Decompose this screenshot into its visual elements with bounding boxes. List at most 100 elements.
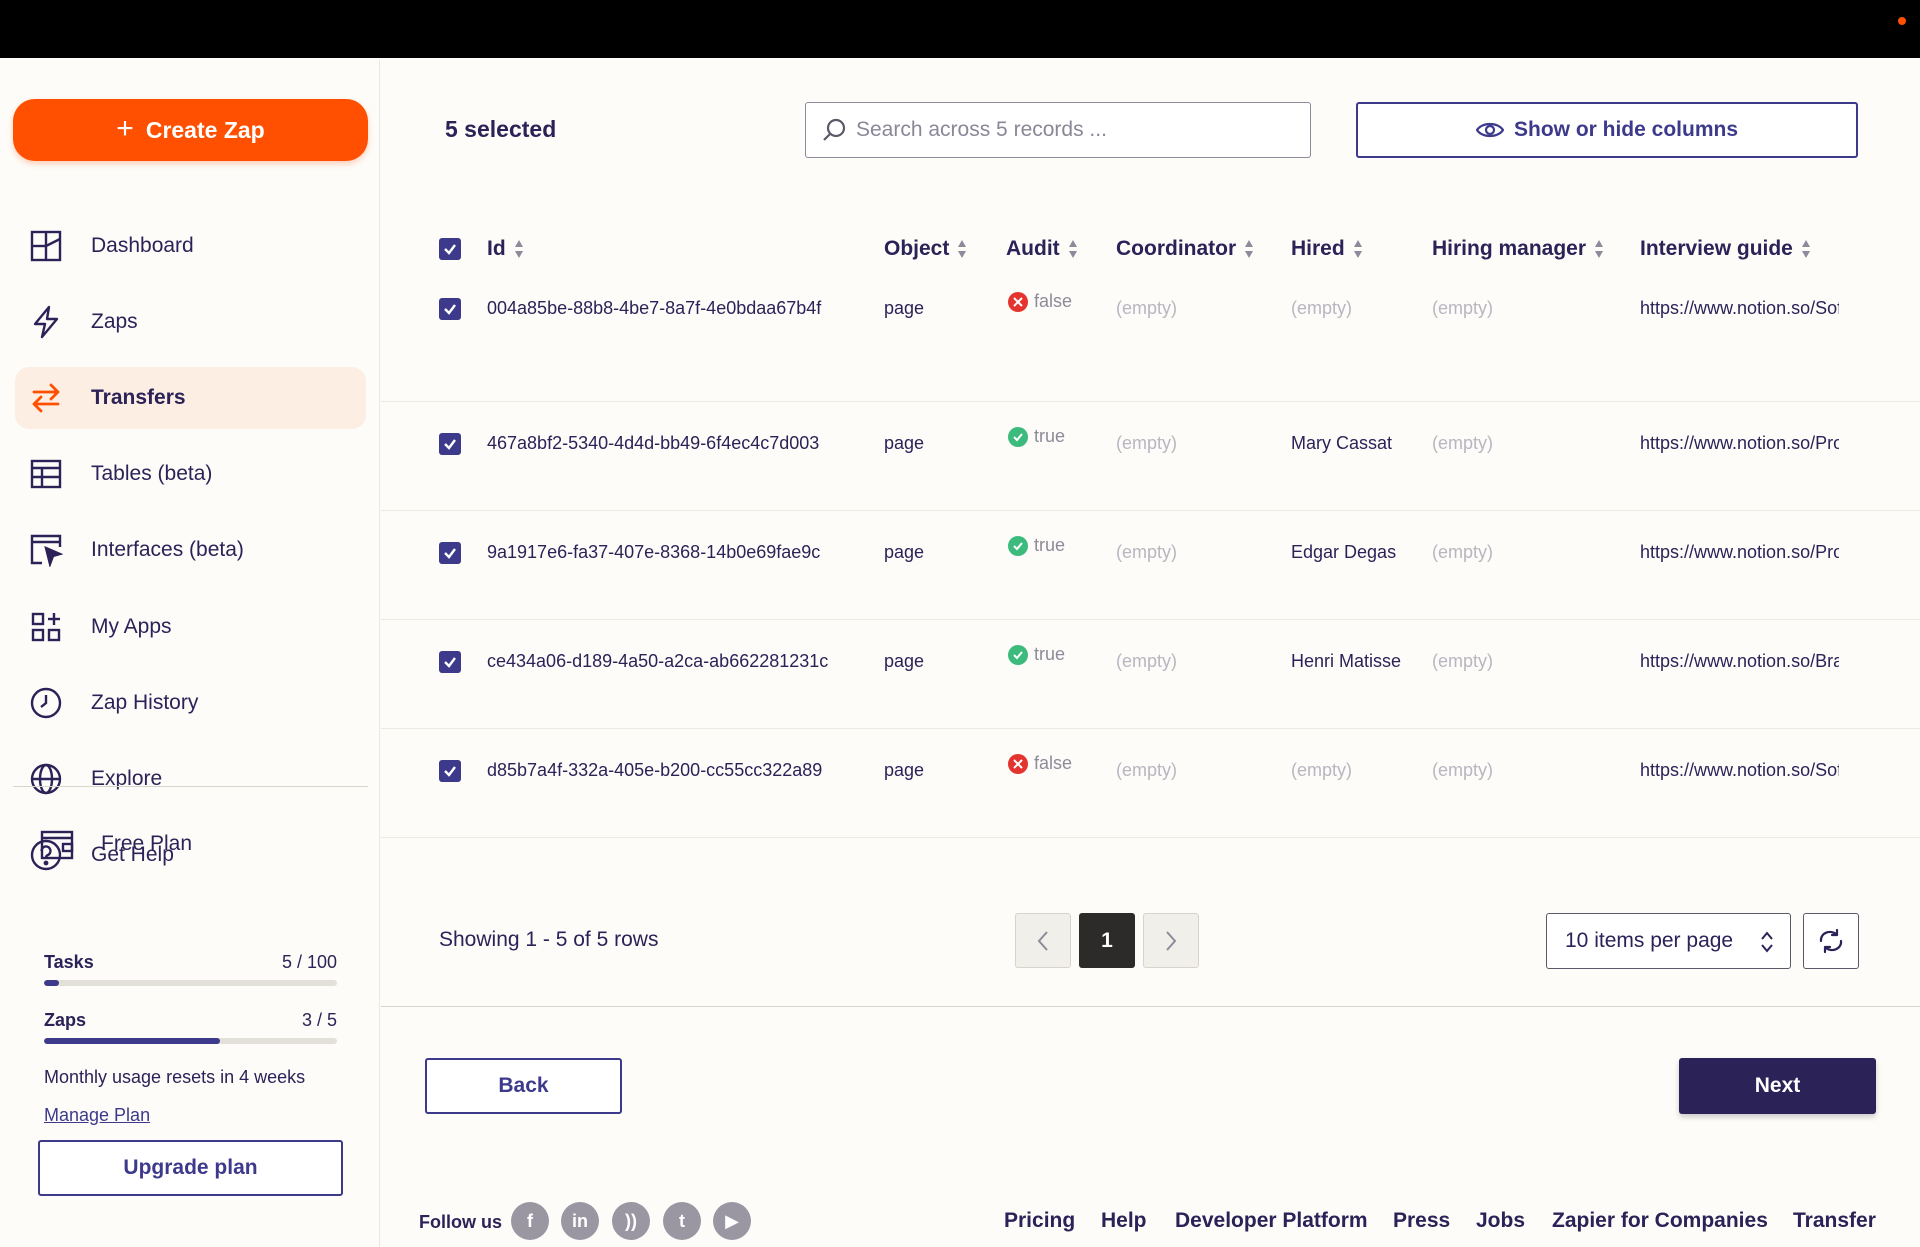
- plan-wallet-icon: [40, 830, 74, 860]
- row-checkbox[interactable]: [439, 433, 461, 455]
- selected-count: 5 selected: [445, 116, 557, 142]
- cell-coordinator: (empty): [1116, 298, 1178, 318]
- cell-id: d85b7a4f-332a-405e-b200-cc55cc322a89: [487, 760, 823, 780]
- audit-value: false: [1034, 753, 1073, 773]
- column-header-coordinator[interactable]: Coordinator: [1116, 237, 1254, 261]
- sidebar-item-interfaces[interactable]: Interfaces (beta): [15, 519, 366, 581]
- cell-audit: true: [1008, 535, 1065, 556]
- items-per-page-select[interactable]: 10 items per page: [1546, 913, 1791, 969]
- cell-coordinator: (empty): [1116, 651, 1178, 671]
- sort-icon: [1353, 240, 1362, 258]
- select-all-checkbox[interactable]: [439, 238, 461, 260]
- sidebar-item-zap-history[interactable]: Zap History: [15, 672, 366, 734]
- cell-interview-guide[interactable]: https://www.notion.so/Product-D: [1640, 542, 1839, 563]
- twitter-icon[interactable]: t: [663, 1202, 701, 1240]
- cell-interview-guide[interactable]: https://www.notion.so/Software-E: [1640, 298, 1839, 319]
- footer-link-zapier-for-companies[interactable]: Zapier for Companies: [1552, 1209, 1768, 1233]
- cell-interview-guide[interactable]: https://www.notion.so/Brand-Des: [1640, 651, 1839, 672]
- sidebar-item-label: Dashboard: [91, 234, 194, 257]
- tasks-label: Tasks: [44, 952, 94, 972]
- column-header-hiring-manager[interactable]: Hiring manager: [1432, 237, 1604, 261]
- column-header-label: Hired: [1291, 237, 1345, 260]
- globe-icon: [30, 763, 62, 795]
- show-hide-columns-button[interactable]: Show or hide columns: [1356, 102, 1858, 158]
- audit-value: true: [1034, 644, 1066, 664]
- next-button[interactable]: Next: [1679, 1058, 1876, 1114]
- success-check-icon: [1008, 535, 1028, 556]
- sort-icon: [514, 240, 523, 258]
- footer-link-jobs[interactable]: Jobs: [1476, 1209, 1525, 1233]
- cell-audit: false: [1008, 753, 1072, 774]
- row-checkbox[interactable]: [439, 542, 461, 564]
- prev-page-button[interactable]: [1015, 913, 1071, 968]
- sidebar-item-transfers[interactable]: Transfers: [15, 367, 366, 429]
- cell-interview-guide[interactable]: https://www.notion.so/Software-E: [1640, 760, 1839, 781]
- current-page-button[interactable]: 1: [1079, 913, 1135, 968]
- cell-hiring-manager: (empty): [1432, 433, 1494, 453]
- sidebar-item-label: My Apps: [91, 615, 172, 638]
- sort-icon: [1068, 240, 1077, 258]
- create-zap-button[interactable]: + Create Zap: [13, 99, 368, 161]
- sort-icon: [1801, 240, 1810, 258]
- search-input[interactable]: [856, 103, 1296, 156]
- back-button[interactable]: Back: [425, 1058, 622, 1114]
- sidebar-item-label: Tables (beta): [91, 462, 213, 485]
- main-content: 5 selected Show or hide columns Id Objec…: [381, 60, 1920, 1247]
- sort-icon: [1245, 240, 1254, 258]
- upgrade-plan-button[interactable]: Upgrade plan: [38, 1140, 343, 1196]
- sidebar-item-tables[interactable]: Tables (beta): [15, 443, 366, 505]
- rss-icon[interactable]: )): [612, 1202, 650, 1240]
- search-icon: [823, 118, 846, 141]
- show-hide-columns-label: Show or hide columns: [1513, 118, 1739, 141]
- plan-title: Free Plan: [101, 832, 193, 855]
- cell-hired: (empty): [1291, 298, 1353, 318]
- row-checkbox[interactable]: [439, 298, 461, 320]
- column-header-interview-guide[interactable]: Interview guide: [1640, 237, 1811, 261]
- footer-link-developer-platform[interactable]: Developer Platform: [1175, 1209, 1368, 1233]
- column-header-audit[interactable]: Audit: [1006, 237, 1078, 261]
- manage-plan-link[interactable]: Manage Plan: [44, 1105, 150, 1126]
- column-header-label: Id: [487, 237, 506, 260]
- follow-us-label: Follow us: [419, 1212, 502, 1232]
- footer-link-pricing[interactable]: Pricing: [1004, 1209, 1075, 1233]
- youtube-icon[interactable]: ▶: [713, 1202, 751, 1240]
- sidebar-item-zaps[interactable]: Zaps: [15, 291, 366, 353]
- column-header-hired[interactable]: Hired: [1291, 237, 1363, 261]
- cell-id: 004a85be-88b8-4be7-8a7f-4e0bdaa67b4f: [487, 298, 822, 318]
- cell-hiring-manager: (empty): [1432, 542, 1494, 562]
- sidebar-item-my-apps[interactable]: My Apps: [15, 596, 366, 658]
- linkedin-icon[interactable]: in: [561, 1202, 599, 1240]
- items-per-page-value: 10 items per page: [1565, 929, 1734, 952]
- sidebar-item-dashboard[interactable]: Dashboard: [15, 215, 366, 277]
- chevron-left-icon: [1037, 930, 1048, 951]
- interface-cursor-icon: [30, 534, 63, 567]
- top-bar: [0, 0, 1920, 58]
- sort-icon: [1595, 240, 1604, 258]
- cell-object: page: [884, 760, 925, 780]
- row-checkbox[interactable]: [439, 760, 461, 782]
- zaps-label: Zaps: [44, 1010, 87, 1030]
- footer-link-press[interactable]: Press: [1393, 1209, 1450, 1233]
- cell-hired: Henri Matisse: [1291, 651, 1402, 671]
- footer-link-transfer[interactable]: Transfer: [1793, 1209, 1876, 1233]
- error-x-icon: [1008, 753, 1028, 774]
- column-header-id[interactable]: Id: [487, 237, 524, 261]
- success-check-icon: [1008, 426, 1028, 447]
- cell-hiring-manager: (empty): [1432, 760, 1494, 780]
- sidebar-item-label: Zap History: [91, 691, 199, 714]
- refresh-button[interactable]: [1803, 913, 1859, 969]
- row-checkbox[interactable]: [439, 651, 461, 673]
- cell-interview-guide[interactable]: https://www.notion.so/Product-M: [1640, 433, 1839, 454]
- sidebar-item-explore[interactable]: Explore: [15, 748, 366, 810]
- column-header-label: Object: [884, 237, 950, 260]
- column-header-object[interactable]: Object: [884, 237, 967, 261]
- footer-link-help[interactable]: Help: [1101, 1209, 1147, 1233]
- cell-hiring-manager: (empty): [1432, 651, 1494, 671]
- plus-icon: +: [116, 111, 134, 145]
- facebook-icon[interactable]: f: [511, 1202, 549, 1240]
- next-page-button[interactable]: [1143, 913, 1199, 968]
- success-check-icon: [1008, 644, 1028, 665]
- cell-audit: false: [1008, 291, 1072, 312]
- cell-audit: true: [1008, 426, 1065, 447]
- column-header-label: Coordinator: [1116, 237, 1237, 260]
